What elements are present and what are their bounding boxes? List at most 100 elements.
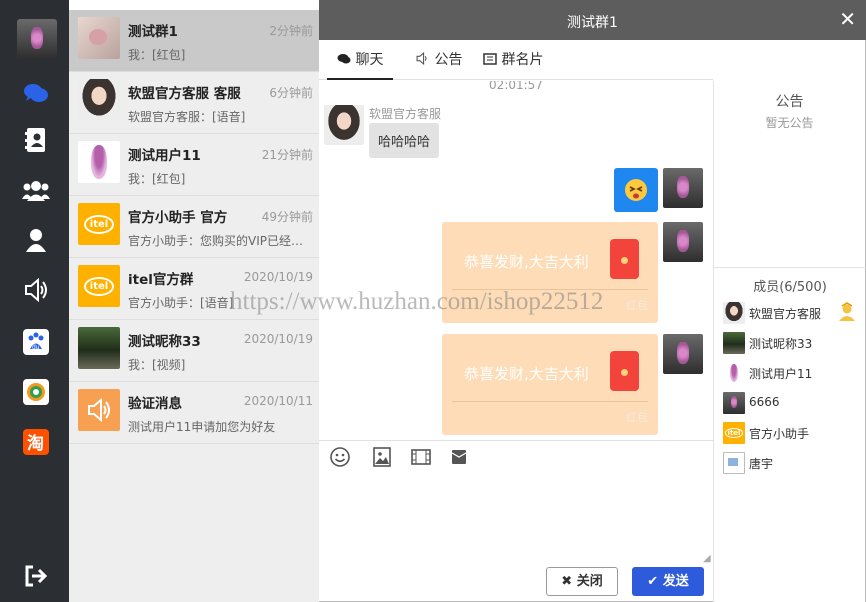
conversation-preview: 官方小助手：您购买的VIP已经开通 <box>128 234 313 248</box>
conversation-preview: 我：[视频] <box>128 358 186 372</box>
conversation-preview: 我：[红包] <box>128 172 186 186</box>
conversation-preview: 我：[红包] <box>128 48 186 62</box>
conversation-preview: 测试用户11申请加您为好友 <box>128 420 276 434</box>
avatar[interactable] <box>663 168 703 208</box>
conversation-time: 21分钟前 <box>261 148 313 162</box>
member-item[interactable]: 唐宇 <box>723 452 863 474</box>
speaker-icon[interactable] <box>22 276 50 304</box>
close-button[interactable]: ✖ 关闭 <box>546 567 618 596</box>
contacts-icon[interactable] <box>22 126 50 154</box>
weibo-icon[interactable] <box>22 378 50 406</box>
conversation-list: 测试群1 2分钟前 我：[红包] 软盟官方客服 客服 6分钟前 软盟官方客服：[… <box>69 10 319 602</box>
resize-handle[interactable]: ◢ <box>703 553 711 564</box>
avatar <box>723 302 745 324</box>
chat-title: 测试群1 <box>567 15 618 31</box>
chat-icon[interactable] <box>22 79 50 107</box>
member-name: 测试用户11 <box>749 367 813 381</box>
conversation-name: 测试昵称33 <box>128 334 201 350</box>
message-timestamp: 02:01:57 <box>489 81 543 92</box>
message-input[interactable] <box>323 474 711 560</box>
avatar <box>78 79 120 121</box>
speaker-icon <box>78 389 120 431</box>
conversation-item[interactable]: itel 官方小助手 官方 49分钟前 官方小助手：您购买的VIP已经开通 <box>69 196 319 258</box>
image-icon[interactable] <box>371 446 393 468</box>
divider <box>452 401 648 402</box>
avatar <box>723 452 745 474</box>
member-item[interactable]: 测试用户11 <box>723 362 863 384</box>
conversation-name: 测试用户11 <box>128 148 201 164</box>
avatar[interactable] <box>324 105 364 145</box>
conversation-item[interactable]: 测试昵称33 2020/10/19 我：[视频] <box>69 320 319 382</box>
admin-icon <box>839 302 855 321</box>
avatar[interactable] <box>663 222 703 262</box>
conversation-preview: 软盟官方客服：[语音] <box>128 110 246 124</box>
conversation-time: 49分钟前 <box>261 210 313 224</box>
user-icon[interactable] <box>22 226 50 254</box>
redpacket-text: 恭喜发财,大吉大利 <box>464 253 589 271</box>
taobao-icon[interactable]: 淘 <box>22 428 50 456</box>
divider <box>452 289 648 290</box>
conversation-item[interactable]: itel itel官方群 2020/10/19 官方小助手：[语音] <box>69 258 319 320</box>
conversation-item[interactable]: 软盟官方客服 客服 6分钟前 软盟官方客服：[语音] <box>69 72 319 134</box>
emoji-icon[interactable] <box>329 446 351 468</box>
tab-chat[interactable]: 聊天 <box>327 40 394 80</box>
member-name: 软盟官方客服 <box>749 307 822 321</box>
video-icon[interactable] <box>410 446 432 468</box>
redpacket-message[interactable]: 恭喜发财,大吉大利 红包 <box>442 222 658 323</box>
chat-app: du 淘 测试群1 2分钟前 我：[红包] 软盟官方客服 客服 6分钟前 软盟官… <box>0 0 866 602</box>
avatar <box>78 141 120 183</box>
chat-window: 测试群1 ✕ 聊天 公告 群名片 02:01:57 软盟官方客服 哈哈哈哈 恭喜… <box>319 0 866 602</box>
redpacket-icon <box>610 351 639 391</box>
member-item[interactable]: itel 官方小助手 <box>723 422 863 444</box>
conversation-time: 2020/10/11 <box>243 394 313 408</box>
conversation-item[interactable]: 测试用户11 21分钟前 我：[红包] <box>69 134 319 196</box>
tab-notice[interactable]: 公告 <box>415 40 462 80</box>
emoji-message <box>614 168 658 212</box>
close-label: 关闭 <box>576 574 603 589</box>
member-name: 唐宇 <box>749 457 774 471</box>
redpacket-icon[interactable] <box>448 446 470 468</box>
tab-label: 公告 <box>434 52 463 68</box>
member-item[interactable]: 软盟官方客服 <box>723 302 863 324</box>
avatar[interactable] <box>663 334 703 374</box>
avatar: itel <box>78 265 120 307</box>
group-icon[interactable] <box>22 176 50 204</box>
send-label: 发送 <box>662 574 689 589</box>
avatar <box>78 17 120 59</box>
logout-icon[interactable] <box>22 562 50 590</box>
send-button[interactable]: ✔ 发送 <box>632 567 704 596</box>
member-item[interactable]: 6666 <box>723 392 863 414</box>
tab-label: 群名片 <box>501 52 544 68</box>
tab-group-card[interactable]: 群名片 <box>483 40 543 80</box>
conversation-preview: 官方小助手：[语音] <box>128 296 234 310</box>
member-item[interactable]: 测试昵称33 <box>723 332 863 354</box>
conversation-name: 官方小助手 官方 <box>128 210 228 226</box>
svg-text:淘: 淘 <box>27 433 44 454</box>
conversation-name: itel官方群 <box>128 272 194 288</box>
redpacket-icon <box>610 239 639 279</box>
notice-title: 公告 <box>775 94 804 110</box>
composer-divider <box>319 440 713 441</box>
redpacket-message[interactable]: 恭喜发财,大吉大利 红包 <box>442 334 658 435</box>
conversation-item[interactable]: 验证消息 2020/10/11 测试用户11申请加您为好友 <box>69 382 319 444</box>
members-title: 成员(6/500) <box>714 267 866 295</box>
chat-titlebar: 测试群1 ✕ <box>319 0 866 40</box>
avatar <box>723 332 745 354</box>
group-sidebar: 公告 暂无公告 成员(6/500) 软盟官方客服 测试昵称33 测试用户11 6… <box>713 81 866 602</box>
conversation-item[interactable]: 测试群1 2分钟前 我：[红包] <box>69 10 319 72</box>
card-icon <box>483 53 497 65</box>
tab-label: 聊天 <box>355 52 384 68</box>
close-icon: ✖ <box>561 574 573 589</box>
conversation-time: 2分钟前 <box>269 24 313 38</box>
close-icon[interactable]: ✕ <box>839 9 856 29</box>
member-name: 官方小助手 <box>749 427 810 441</box>
check-icon: ✔ <box>647 574 659 589</box>
avatar: itel <box>723 422 745 444</box>
redpacket-label: 红包 <box>626 299 648 312</box>
avatar: itel <box>78 203 120 245</box>
baidu-icon[interactable]: du <box>22 328 50 356</box>
redpacket-text: 恭喜发财,大吉大利 <box>464 365 589 383</box>
conversation-name: 软盟官方客服 客服 <box>128 86 241 102</box>
message-area[interactable]: 02:01:57 软盟官方客服 哈哈哈哈 恭喜发财,大吉大利 红包 恭喜发财,大… <box>319 81 713 441</box>
my-avatar[interactable] <box>17 19 57 59</box>
